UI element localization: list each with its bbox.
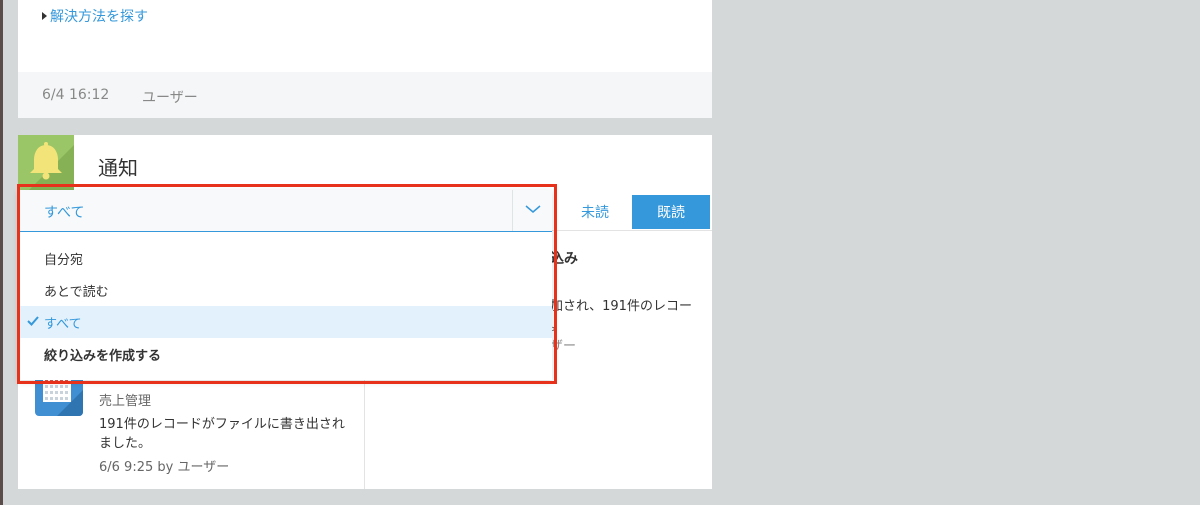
bell-icon [18,135,74,191]
app-name[interactable]: 売上管理 [99,390,151,409]
notification-message-fragment: 加され、191件のレコー [550,299,692,314]
post-timestamp: 6/4 16:12 [42,87,110,103]
spreadsheet-app-icon[interactable] [35,376,83,416]
notification-message[interactable]: 191件のレコードがファイルに書き出されました。 [99,415,349,453]
previous-post-card: 解決方法を探す 6/4 16:12 ユーザー [18,0,712,118]
filter-dropdown: すべて 自分宛 あとで読む すべて 絞り込みを作成する [18,190,552,380]
select-separator [512,190,513,231]
filter-option-label: すべて [44,316,82,332]
find-solution-link[interactable]: 解決方法を探す [42,6,148,26]
notifications-title: 通知 [98,156,138,180]
notification-title-fragment: 込み [550,251,578,267]
notification-user-fragment: ザー [550,339,577,354]
post-footer [18,72,712,118]
filter-selected-value: すべて [44,205,85,221]
chevron-down-icon[interactable] [523,203,543,215]
filter-option-all[interactable]: すべて [18,306,552,338]
check-icon [27,316,39,326]
notification-meta: 6/6 9:25 by ユーザー [99,460,230,475]
create-filter-option[interactable]: 絞り込みを作成する [18,338,552,370]
caret-right-icon [42,12,47,20]
post-author[interactable]: ユーザー [142,87,198,107]
window-left-edge [0,0,3,505]
tab-read[interactable]: 既読 [632,195,710,229]
tab-unread[interactable]: 未読 [568,195,622,229]
post-body: 解決方法を探す [18,0,712,72]
filter-option-mine[interactable]: 自分宛 [18,242,552,274]
find-solution-label: 解決方法を探す [50,9,148,25]
filter-option-read-later[interactable]: あとで読む [18,274,552,306]
filter-option-label: あとで読む [44,284,109,300]
create-filter-label: 絞り込みを作成する [44,348,162,364]
filter-select[interactable]: すべて [18,190,552,232]
filter-option-label: 自分宛 [44,252,84,268]
